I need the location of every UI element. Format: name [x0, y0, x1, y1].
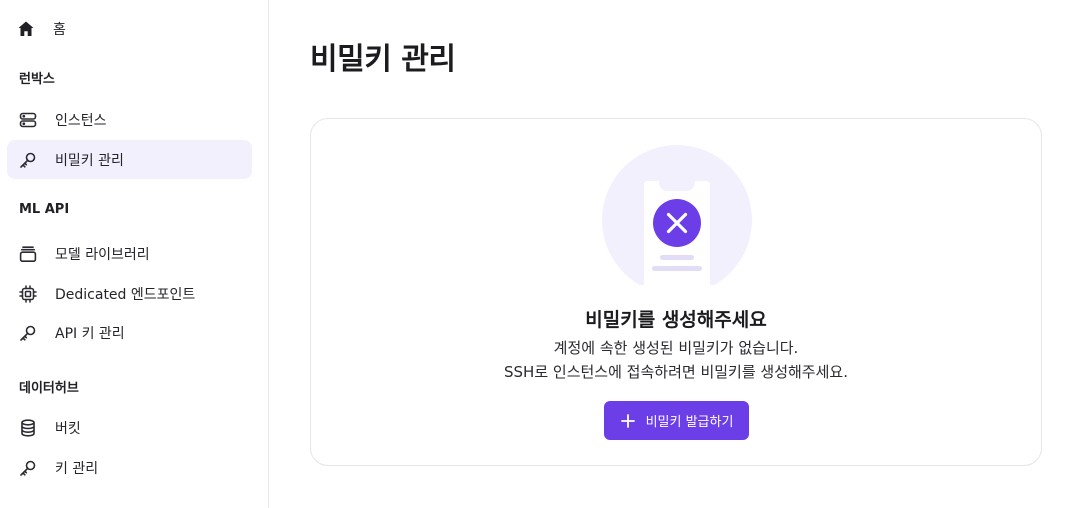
section-title-datahub: 데이터허브 — [19, 381, 79, 396]
sidebar-item-dedicated-endpoints[interactable]: Dedicated 엔드포인트 — [7, 274, 252, 313]
app-root: 홈 런박스 인스턴스 비밀키 관리 ML API 모델 라이브러리 Dedica… — [0, 0, 1079, 508]
issue-secret-key-button[interactable]: 비밀키 발급하기 — [604, 401, 749, 440]
home-icon — [16, 19, 36, 39]
sidebar: 홈 런박스 인스턴스 비밀키 관리 ML API 모델 라이브러리 Dedica… — [0, 0, 269, 508]
empty-state-card: 비밀키를 생성해주세요 계정에 속한 생성된 비밀키가 없습니다. SSH로 인… — [310, 118, 1042, 466]
issue-secret-key-button-label: 비밀키 발급하기 — [645, 415, 734, 430]
sidebar-item-key-management[interactable]: 키 관리 — [7, 448, 252, 487]
sidebar-item-label: 버킷 — [55, 420, 81, 437]
empty-state-description-line1: 계정에 속한 생성된 비밀키가 없습니다. — [553, 339, 799, 357]
stack-icon — [18, 244, 38, 264]
sidebar-item-label: 홈 — [53, 21, 66, 38]
sidebar-item-buckets[interactable]: 버킷 — [7, 408, 252, 447]
server-icon — [18, 110, 38, 130]
sidebar-item-secret-keys[interactable]: 비밀키 관리 — [7, 140, 252, 179]
page-title: 비밀키 관리 — [310, 42, 456, 77]
key-icon — [18, 458, 38, 478]
key-icon — [18, 323, 38, 343]
section-title-runbox: 런박스 — [19, 72, 55, 87]
sidebar-item-label: Dedicated 엔드포인트 — [55, 286, 196, 303]
sidebar-item-label: 비밀키 관리 — [55, 152, 124, 169]
database-icon — [18, 418, 38, 438]
sidebar-item-model-library[interactable]: 모델 라이브러리 — [7, 234, 252, 273]
sidebar-item-label: API 키 관리 — [55, 325, 125, 342]
chip-icon — [18, 284, 38, 304]
key-error-illustration — [602, 145, 752, 285]
empty-state-title: 비밀키를 생성해주세요 — [585, 309, 767, 331]
sidebar-item-label: 모델 라이브러리 — [55, 246, 150, 263]
sidebar-item-api-keys[interactable]: API 키 관리 — [7, 313, 252, 352]
main-content: 비밀키 관리 비밀키를 생성해주세요 계정에 속한 생성된 비밀키가 없습니다.… — [269, 0, 1079, 508]
section-title-ml-api: ML API — [19, 202, 70, 217]
empty-state-description-line2: SSH로 인스턴스에 접속하려면 비밀키를 생성해주세요. — [504, 363, 848, 381]
sidebar-item-home[interactable]: 홈 — [7, 9, 252, 48]
sidebar-item-label: 인스턴스 — [55, 112, 107, 129]
plus-icon — [620, 413, 636, 429]
sidebar-item-label: 키 관리 — [55, 460, 99, 477]
sidebar-item-instances[interactable]: 인스턴스 — [7, 100, 252, 139]
key-icon — [18, 150, 38, 170]
